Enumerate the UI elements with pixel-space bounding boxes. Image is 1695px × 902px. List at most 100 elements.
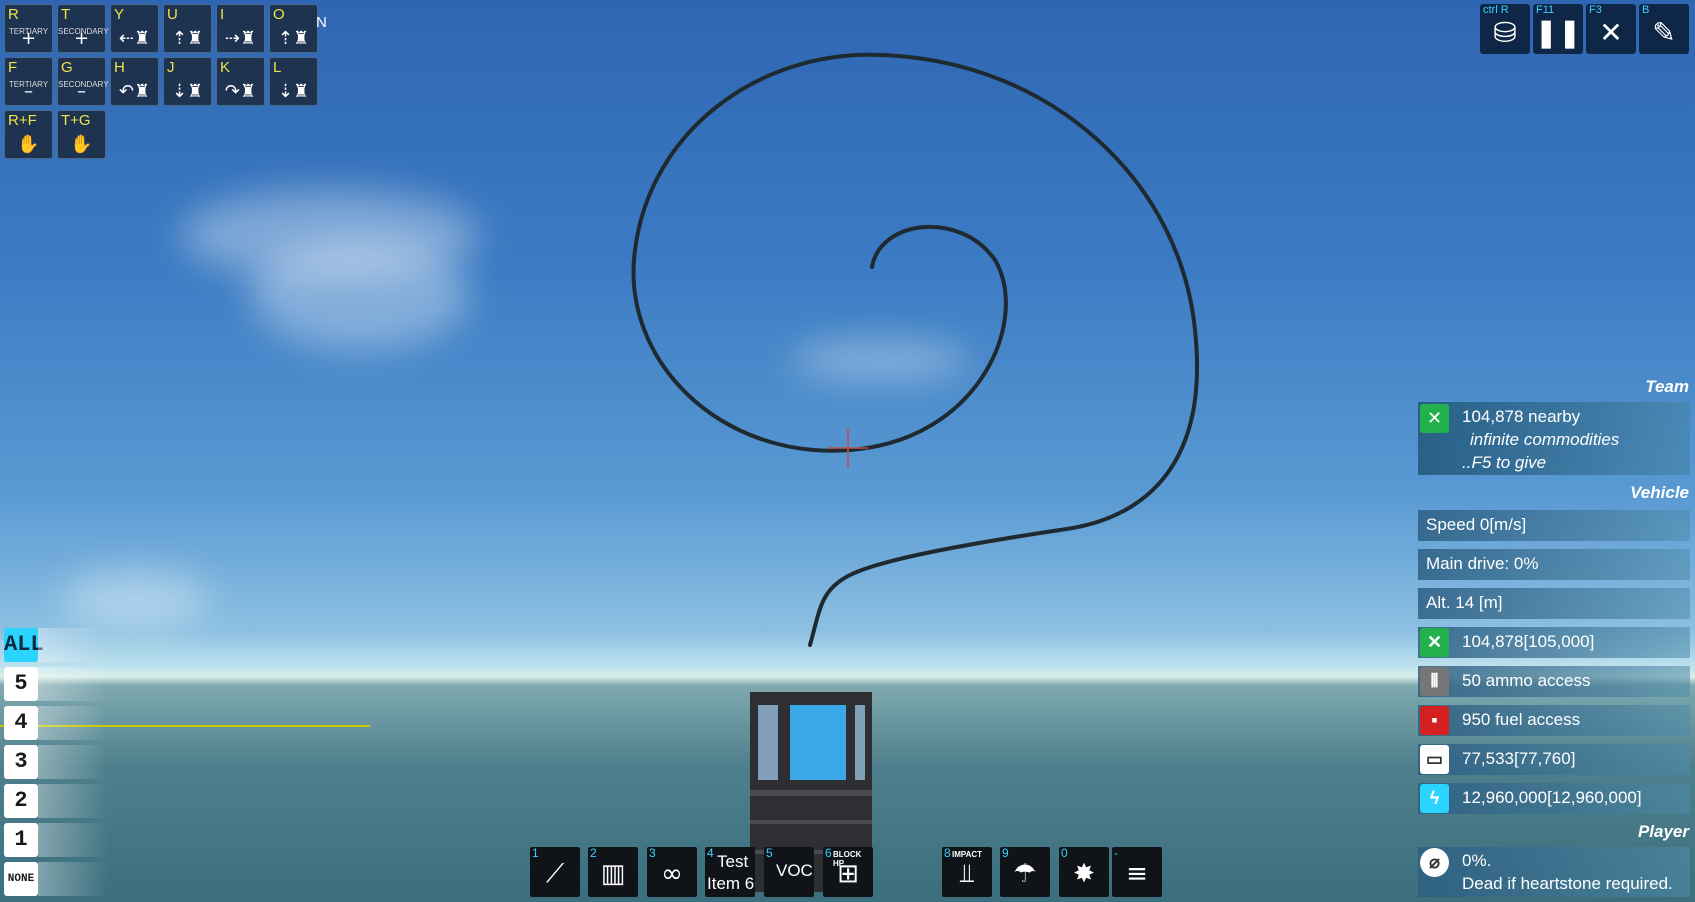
level-3[interactable]: 3 bbox=[4, 745, 38, 779]
hotbar-slot-6[interactable]: 6 BLOCK HP ⊞ bbox=[823, 846, 873, 897]
hotkey-label: R+F bbox=[8, 112, 37, 129]
ammo-text: 50 ammo access bbox=[1462, 671, 1591, 690]
power-row: ϟ 12,960,000[12,960,000] bbox=[1418, 783, 1690, 814]
hotbar-slot-0[interactable]: 0 ✸ bbox=[1059, 846, 1109, 897]
slot-text: Test bbox=[717, 852, 749, 871]
hotbar-slot-1[interactable]: 1 ⟋ bbox=[530, 846, 580, 897]
pause-button[interactable]: F11 ❚❚ bbox=[1533, 4, 1583, 54]
shortcut-label: F11 bbox=[1536, 4, 1555, 16]
materials-row: ✕ 104,878[105,000] bbox=[1418, 627, 1690, 658]
hotkey-icon: ↶♜ bbox=[118, 81, 151, 102]
rifle-icon: ⟋ bbox=[545, 859, 565, 889]
build-button[interactable]: B ✎ bbox=[1639, 4, 1689, 54]
fuel-text: 950 fuel access bbox=[1462, 710, 1581, 729]
main-drive-row: Main drive: 0% bbox=[1418, 549, 1690, 580]
slot-number: 1 bbox=[532, 846, 539, 860]
hotkey-l[interactable]: L ⇣♜ bbox=[269, 57, 318, 106]
hotkey-i[interactable]: I ⇢♜ bbox=[216, 4, 265, 53]
level-bar bbox=[38, 667, 108, 701]
battery-icon: ▭ bbox=[1420, 745, 1449, 774]
slot-number: 6 bbox=[825, 846, 832, 860]
hotkey-icon: ✋ bbox=[17, 134, 40, 155]
level-bar bbox=[38, 628, 108, 662]
level-all[interactable]: ALL bbox=[4, 628, 44, 662]
slot-text: Item 6 bbox=[707, 874, 755, 893]
weapons-icon: ≡ bbox=[1126, 859, 1148, 889]
hotkey-icon: + bbox=[73, 28, 90, 49]
shortcut-label: F3 bbox=[1589, 4, 1602, 16]
fuel-icon: ▪ bbox=[1420, 706, 1449, 735]
power-text: 12,960,000[12,960,000] bbox=[1462, 788, 1642, 807]
hotbar-slot-3[interactable]: 3 ∞ bbox=[647, 846, 697, 897]
level-1[interactable]: 1 bbox=[4, 823, 38, 857]
level-bar bbox=[38, 823, 108, 857]
level-2[interactable]: 2 bbox=[4, 784, 38, 818]
player-status: 0%. bbox=[1462, 851, 1492, 870]
hotkey-r-f[interactable]: R+F ✋ bbox=[4, 110, 53, 159]
hotbar-slot-4[interactable]: 4 Test Item 6 bbox=[705, 846, 755, 897]
resource-icon: ⛁ bbox=[1493, 16, 1517, 49]
hotkey-j[interactable]: J ⇣♜ bbox=[163, 57, 212, 106]
impact-icon: ⫫ bbox=[959, 859, 975, 889]
resource-button[interactable]: ctrl R ⛁ bbox=[1480, 4, 1530, 54]
slot-text: VOC bbox=[776, 861, 813, 880]
hotkey-label: O bbox=[273, 6, 285, 23]
hotkey-k[interactable]: K ↷♜ bbox=[216, 57, 265, 106]
hotkey-label: J bbox=[167, 59, 175, 76]
materials-text: 104,878[105,000] bbox=[1462, 632, 1595, 651]
drill-icon: ✸ bbox=[1073, 859, 1095, 889]
slot-caption: IMPACT bbox=[952, 850, 983, 859]
shortcut-label: B bbox=[1642, 4, 1650, 16]
lightning-icon: ϟ bbox=[1420, 784, 1449, 813]
hotbar-slot--[interactable]: - ≡ bbox=[1112, 846, 1162, 897]
fuel-row: ▪ 950 fuel access bbox=[1418, 705, 1690, 736]
slot-number: 2 bbox=[590, 846, 597, 860]
hotkey-f[interactable]: F TERTIARY – bbox=[4, 57, 53, 106]
altitude-row: Alt. 14 [m] bbox=[1418, 588, 1690, 619]
hotkey-label: H bbox=[114, 59, 125, 76]
block-hp-icon: ⊞ bbox=[837, 859, 859, 889]
hotkey-label: Y bbox=[114, 6, 125, 23]
hotkey-label: I bbox=[220, 6, 225, 23]
hotkey-o[interactable]: O ⇡♜ bbox=[269, 4, 318, 53]
hotkey-h[interactable]: H ↶♜ bbox=[110, 57, 159, 106]
hotkey-g[interactable]: G SECONDARY – bbox=[57, 57, 109, 106]
level-5[interactable]: 5 bbox=[4, 667, 38, 701]
level-bar bbox=[38, 862, 108, 896]
binoculars-icon: ∞ bbox=[661, 859, 683, 889]
slot-number: - bbox=[1114, 846, 1118, 860]
hotkey-u[interactable]: U ⇡♜ bbox=[163, 4, 212, 53]
minigun-icon: ▥ bbox=[600, 859, 626, 889]
hotkey-y[interactable]: Y ⇠♜ bbox=[110, 4, 159, 53]
vehicle-section-title: Vehicle bbox=[1630, 483, 1689, 502]
ammo-icon: ⦀ bbox=[1420, 667, 1449, 696]
player-section-title: Player bbox=[1637, 822, 1689, 841]
hotbar-slot-2[interactable]: 2 ▥ bbox=[588, 846, 638, 897]
slot-number: 9 bbox=[1002, 846, 1009, 860]
hotbar-slot-8[interactable]: 8 IMPACT ⫫ bbox=[942, 846, 992, 897]
level-none[interactable]: NONE bbox=[4, 862, 38, 896]
team-note-2: ..F5 to give bbox=[1462, 453, 1547, 472]
speed-text: Speed 0[m/s] bbox=[1426, 515, 1527, 534]
tools-icon: ✕ bbox=[1420, 404, 1449, 433]
shortcut-label: ctrl R bbox=[1483, 4, 1509, 16]
hotkey-label: R bbox=[8, 6, 19, 23]
compass-label: N bbox=[316, 14, 327, 31]
hotkey-icon: – bbox=[77, 81, 86, 102]
team-note-1: infinite commodities bbox=[1470, 430, 1620, 449]
slot-number: 3 bbox=[649, 846, 656, 860]
hotkey-label: L bbox=[273, 59, 282, 76]
hotbar-slot-9[interactable]: 9 ☂ bbox=[1000, 846, 1050, 897]
hotkey-t[interactable]: T SECONDARY + bbox=[57, 4, 109, 53]
crosshair bbox=[828, 428, 868, 468]
hotkey-icon: ⇢♜ bbox=[224, 28, 257, 49]
hotkey-r[interactable]: R TERTIARY + bbox=[4, 4, 53, 53]
level-4[interactable]: 4 bbox=[4, 706, 38, 740]
hotkey-icon: – bbox=[24, 81, 33, 102]
energy-row: ▭ 77,533[77,760] bbox=[1418, 744, 1690, 775]
team-nearby: 104,878 nearby bbox=[1462, 407, 1581, 426]
tools-button[interactable]: F3 ✕ bbox=[1586, 4, 1636, 54]
hotkey-t-g[interactable]: T+G ✋ bbox=[57, 110, 106, 159]
hotbar-slot-5[interactable]: 5 VOC bbox=[764, 846, 814, 897]
team-section-title: Team bbox=[1645, 377, 1689, 396]
